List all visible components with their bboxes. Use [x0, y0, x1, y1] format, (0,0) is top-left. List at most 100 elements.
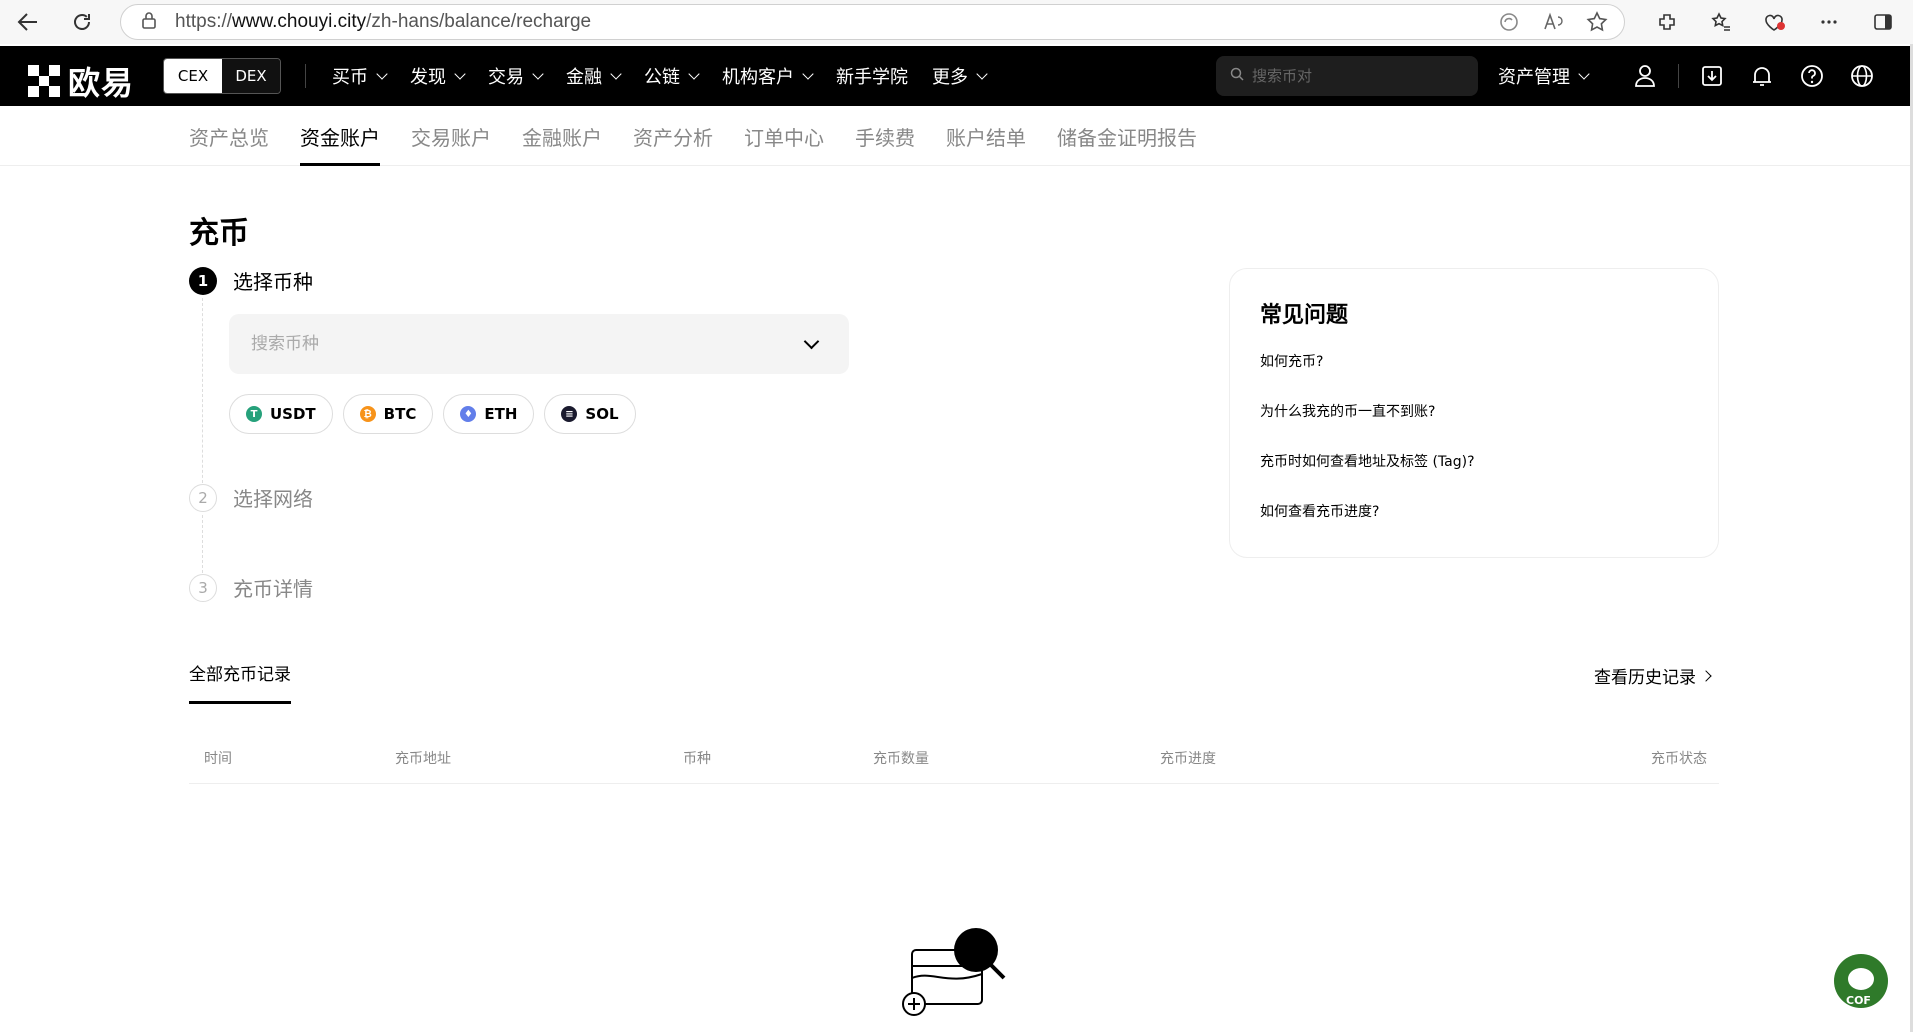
- nav-item-5[interactable]: 机构客户: [722, 63, 814, 89]
- column-header: 充币数量: [873, 751, 929, 767]
- subnav-tab-4[interactable]: 资产分析: [633, 106, 713, 166]
- column-header: 充币状态: [1651, 751, 1707, 767]
- subnav-tab-1[interactable]: 资金账户: [300, 106, 380, 166]
- faq-link[interactable]: 充币时如何查看地址及标签 (Tag)?: [1260, 451, 1688, 471]
- subnav-tab-5[interactable]: 订单中心: [744, 106, 824, 166]
- faq-title: 常见问题: [1260, 303, 1349, 328]
- extensions-icon[interactable]: [1640, 2, 1694, 42]
- nav-item-label: 机构客户: [722, 67, 794, 88]
- cex-button[interactable]: CEX: [164, 59, 222, 93]
- user-icon[interactable]: [1620, 46, 1670, 106]
- coin-chip-usdt[interactable]: T USDT: [229, 394, 333, 434]
- step-label: 充币详情: [233, 577, 313, 601]
- help-icon[interactable]: [1787, 46, 1837, 106]
- nav-item-1[interactable]: 发现: [410, 63, 466, 89]
- browser-essentials-icon[interactable]: [1748, 2, 1802, 42]
- coin-search-input[interactable]: [251, 334, 791, 354]
- nav-item-3[interactable]: 金融: [566, 63, 622, 89]
- subnav-tab-6[interactable]: 手续费: [855, 106, 915, 166]
- badge-text: COF: [1846, 994, 1871, 1007]
- nav-item-label: 更多: [932, 67, 968, 88]
- read-aloud-icon[interactable]: [1542, 11, 1564, 37]
- support-chat-icon[interactable]: COF: [1834, 954, 1888, 1008]
- download-icon[interactable]: [1687, 46, 1737, 106]
- favorites-icon[interactable]: [1694, 2, 1748, 42]
- nav-item-7[interactable]: 更多: [932, 63, 988, 89]
- nav-item-6[interactable]: 新手学院: [836, 63, 908, 89]
- step-2: 2 选择网络: [189, 483, 313, 512]
- favorite-star-icon[interactable]: [1586, 11, 1608, 37]
- logo-text: 欧易: [68, 64, 135, 102]
- empty-state-illustration-icon: [900, 926, 1012, 1026]
- reload-icon[interactable]: [62, 2, 102, 42]
- nav-item-0[interactable]: 买币: [332, 63, 388, 89]
- top-navigation: 欧易 CEX DEX 买币 发现 交易 金融 公链 机构客户 新手学院 更多 资产管理: [0, 46, 1910, 106]
- step-number: 1: [189, 266, 217, 295]
- view-history-link[interactable]: 查看历史记录: [1594, 663, 1712, 688]
- url-prefix: https://: [175, 11, 233, 32]
- faq-link[interactable]: 为什么我充的币一直不到账?: [1260, 401, 1688, 421]
- column-header: 币种: [683, 751, 711, 767]
- nav-item-2[interactable]: 交易: [488, 63, 544, 89]
- step-connector: [202, 515, 203, 573]
- coin-chip-label: SOL: [585, 405, 619, 423]
- btc-icon: ₿: [359, 406, 376, 422]
- chevron-down-icon: [1578, 67, 1590, 80]
- chevron-down-icon: [454, 67, 466, 80]
- eth-icon: ♦: [460, 406, 477, 422]
- nav-icons: [1620, 46, 1887, 106]
- okx-logo[interactable]: 欧易: [28, 58, 134, 104]
- address-bar[interactable]: https://www.chouyi.city/zh-hans/balance/…: [120, 4, 1625, 40]
- pair-search-input[interactable]: [1252, 67, 1452, 85]
- url-text: https://www.chouyi.city/zh-hans/balance/…: [175, 11, 591, 33]
- nav-item-label: 新手学院: [836, 67, 908, 88]
- nav-item-label: 交易: [488, 67, 524, 88]
- view-history-label: 查看历史记录: [1594, 668, 1696, 688]
- asset-management-label: 资产管理: [1498, 67, 1570, 88]
- sidebar-toggle-icon[interactable]: [1856, 2, 1910, 42]
- main-menu: 买币 发现 交易 金融 公链 机构客户 新手学院 更多: [332, 46, 988, 106]
- faq-link[interactable]: 如何充币?: [1260, 351, 1688, 371]
- faq-link[interactable]: 如何查看充币进度?: [1260, 501, 1688, 521]
- subnav-tab-8[interactable]: 储备金证明报告: [1057, 106, 1197, 166]
- more-icon[interactable]: [1802, 2, 1856, 42]
- nav-item-label: 金融: [566, 67, 602, 88]
- chevron-down-icon: [688, 67, 700, 80]
- coin-chip-label: ETH: [484, 405, 518, 423]
- coin-chip-eth[interactable]: ♦ ETH: [443, 394, 535, 434]
- step-3: 3 充币详情: [189, 573, 313, 602]
- url-host: www.chouyi.city: [232, 11, 367, 32]
- url-path: /zh-hans/balance/recharge: [366, 11, 592, 32]
- sol-icon: ≡: [561, 406, 578, 422]
- page-title: 充币: [189, 216, 249, 251]
- records-table-header: 时间 充币地址 币种 充币数量 充币进度 充币状态: [189, 740, 1719, 784]
- chevron-down-icon: [610, 67, 622, 80]
- subnav-tab-7[interactable]: 账户结单: [946, 106, 1026, 166]
- column-header: 时间: [204, 751, 232, 767]
- step-number: 3: [189, 573, 217, 602]
- refresh-circle-icon[interactable]: [1498, 11, 1520, 37]
- globe-icon[interactable]: [1837, 46, 1887, 106]
- dex-button[interactable]: DEX: [222, 59, 280, 93]
- step-connector: [202, 298, 203, 488]
- step-label: 选择币种: [233, 270, 313, 294]
- coin-chip-btc[interactable]: ₿ BTC: [342, 394, 434, 434]
- subnav-tab-0[interactable]: 资产总览: [189, 106, 269, 166]
- coin-chip-label: USDT: [270, 405, 316, 423]
- all-deposit-records-tab[interactable]: 全部充币记录: [189, 660, 291, 704]
- bell-icon[interactable]: [1737, 46, 1787, 106]
- nav-item-4[interactable]: 公链: [644, 63, 700, 89]
- lock-icon[interactable]: [141, 11, 157, 33]
- subnav-tab-2[interactable]: 交易账户: [411, 106, 491, 166]
- chevron-down-icon: [532, 67, 544, 80]
- coin-select[interactable]: [229, 314, 849, 374]
- back-icon[interactable]: [8, 2, 48, 42]
- chevron-down-icon: [802, 67, 814, 80]
- nav-search[interactable]: [1216, 56, 1478, 96]
- chevron-down-icon[interactable]: [803, 333, 820, 350]
- asset-management-menu[interactable]: 资产管理: [1498, 46, 1590, 106]
- account-subnav: 资产总览 资金账户 交易账户 金融账户 资产分析 订单中心 手续费 账户结单 储备金证明报告: [0, 106, 1910, 166]
- coin-chip-sol[interactable]: ≡ SOL: [544, 394, 636, 434]
- subnav-tab-3[interactable]: 金融账户: [522, 106, 602, 166]
- step-label: 选择网络: [233, 487, 313, 511]
